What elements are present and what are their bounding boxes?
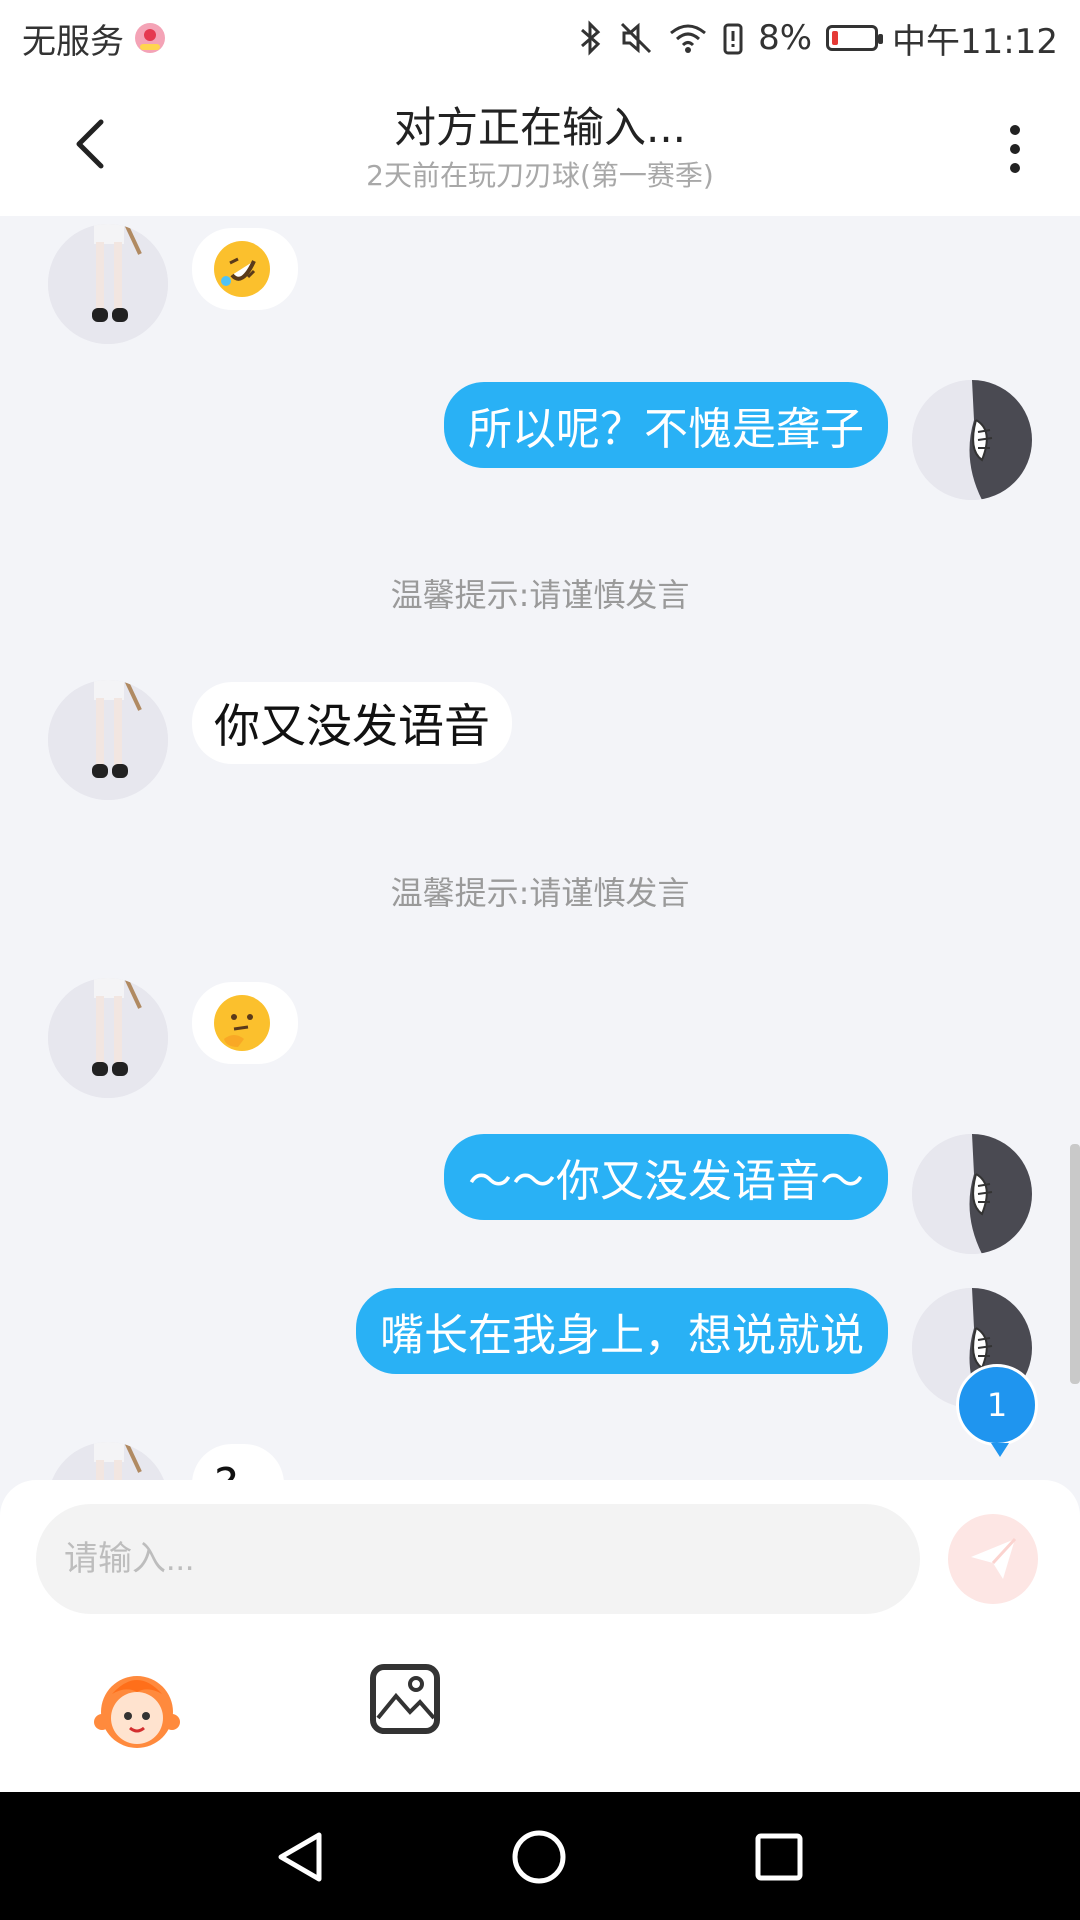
contact-avatar[interactable] [48, 224, 168, 344]
message-bubble-left[interactable]: 你又没发语音 [192, 682, 512, 764]
chat-scrollbar[interactable] [1070, 1144, 1080, 1384]
more-vertical-icon [1010, 125, 1020, 135]
image-icon [376, 1676, 436, 1720]
composer-panel [0, 1480, 1080, 1792]
paper-plane-icon [971, 1537, 1017, 1579]
my-avatar[interactable] [912, 1134, 1032, 1254]
clock: 中午11:12 [892, 21, 1058, 62]
page-title: 对方正在输入... [393, 103, 687, 152]
message-text: 你又没发语音 [214, 699, 490, 753]
more-button[interactable] [990, 114, 1040, 184]
chat-message-list[interactable]: 所以呢？不愧是聋子 温馨提示:请谨慎发言 你又没发语音 温馨提示:请谨慎发言 ～… [0, 216, 1080, 1480]
emoji-mascot-icon [94, 1676, 180, 1748]
more-vertical-icon-dot [1010, 144, 1020, 154]
mute-icon [618, 20, 654, 56]
message-bubble-left[interactable] [192, 982, 298, 1064]
bluetooth-icon [578, 20, 604, 56]
send-button[interactable] [948, 1514, 1038, 1604]
page-subtitle: 2天前在玩刀刃球(第一赛季) [366, 159, 714, 192]
message-text: ～～你又没发语音～ [468, 1156, 864, 1207]
system-notice: 温馨提示:请谨慎发言 [390, 576, 690, 614]
unread-count-badge[interactable]: 1 [956, 1364, 1038, 1457]
laughing-emoji-icon [214, 241, 270, 297]
message-bubble-right[interactable]: 所以呢？不愧是聋子 [444, 382, 888, 468]
image-picker-button[interactable] [370, 1664, 440, 1734]
battery-icon [826, 25, 884, 51]
my-avatar[interactable] [912, 380, 1032, 500]
system-nav-bar [0, 1792, 1080, 1920]
contact-avatar[interactable] [48, 680, 168, 800]
carrier-label: 无服务 [22, 21, 124, 62]
nav-recents-button[interactable] [744, 1822, 814, 1892]
triangle-back-icon [278, 1832, 322, 1882]
nav-home-button[interactable] [504, 1822, 574, 1892]
status-left: 无服务 [22, 14, 168, 63]
message-bubble-right[interactable]: 嘴长在我身上，想说就说 [356, 1288, 888, 1374]
message-text: 所以呢？不愧是聋子 [468, 404, 864, 455]
status-bar: 无服务 8% 中午11:12 [0, 0, 1080, 76]
message-input[interactable] [36, 1504, 920, 1614]
battery-level [832, 31, 839, 45]
battery-alert-icon [722, 21, 744, 55]
message-bubble-right[interactable]: ～～你又没发语音～ [444, 1134, 888, 1220]
contact-avatar[interactable] [48, 1442, 168, 1480]
message-bubble-left[interactable] [192, 228, 298, 310]
nav-back-button[interactable] [266, 1822, 336, 1892]
more-vertical-icon-dot [1010, 163, 1020, 173]
message-text: 嘴长在我身上，想说就说 [380, 1310, 864, 1361]
thinking-emoji-icon [214, 995, 270, 1051]
message-text: ? [214, 1458, 238, 1480]
chat-header: 对方正在输入... 2天前在玩刀刃球(第一赛季) [0, 76, 1080, 216]
circle-home-icon [512, 1830, 566, 1884]
app-notification-icon [132, 20, 168, 56]
wifi-icon [668, 21, 708, 55]
message-bubble-left[interactable]: ? [192, 1444, 284, 1480]
emoji-mascot-button[interactable] [92, 1662, 182, 1752]
battery-percent: 8% [758, 18, 813, 58]
contact-avatar[interactable] [48, 978, 168, 1098]
square-recents-icon [755, 1833, 803, 1881]
system-notice: 温馨提示:请谨慎发言 [390, 874, 690, 912]
status-right: 8% 中午11:12 [578, 14, 1058, 63]
